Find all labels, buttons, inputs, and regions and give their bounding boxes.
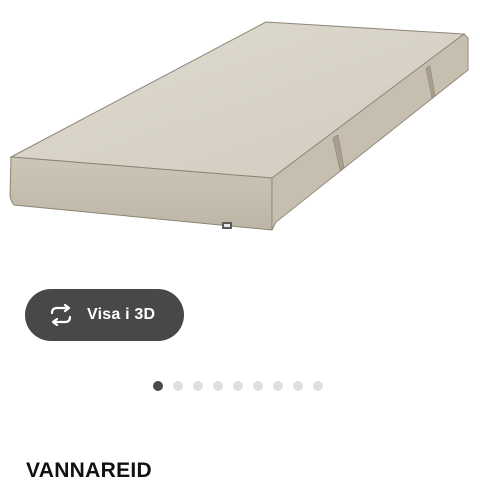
- carousel-dot[interactable]: [313, 381, 323, 391]
- carousel-dot[interactable]: [253, 381, 263, 391]
- mattress-image[interactable]: [0, 0, 480, 300]
- carousel-dot[interactable]: [213, 381, 223, 391]
- view-in-3d-label: Visa i 3D: [87, 306, 156, 323]
- product-name: VANNAREID: [26, 459, 152, 480]
- rotate-3d-icon: [47, 304, 75, 326]
- product-page: Visa i 3D VANNAREID: [0, 0, 480, 480]
- carousel-dot[interactable]: [293, 381, 303, 391]
- carousel-dot[interactable]: [193, 381, 203, 391]
- carousel-dot[interactable]: [173, 381, 183, 391]
- view-in-3d-button[interactable]: Visa i 3D: [25, 289, 184, 341]
- carousel-dot-active[interactable]: [153, 381, 163, 391]
- image-carousel-indicator: [153, 381, 323, 391]
- carousel-dot[interactable]: [233, 381, 243, 391]
- carousel-dot[interactable]: [273, 381, 283, 391]
